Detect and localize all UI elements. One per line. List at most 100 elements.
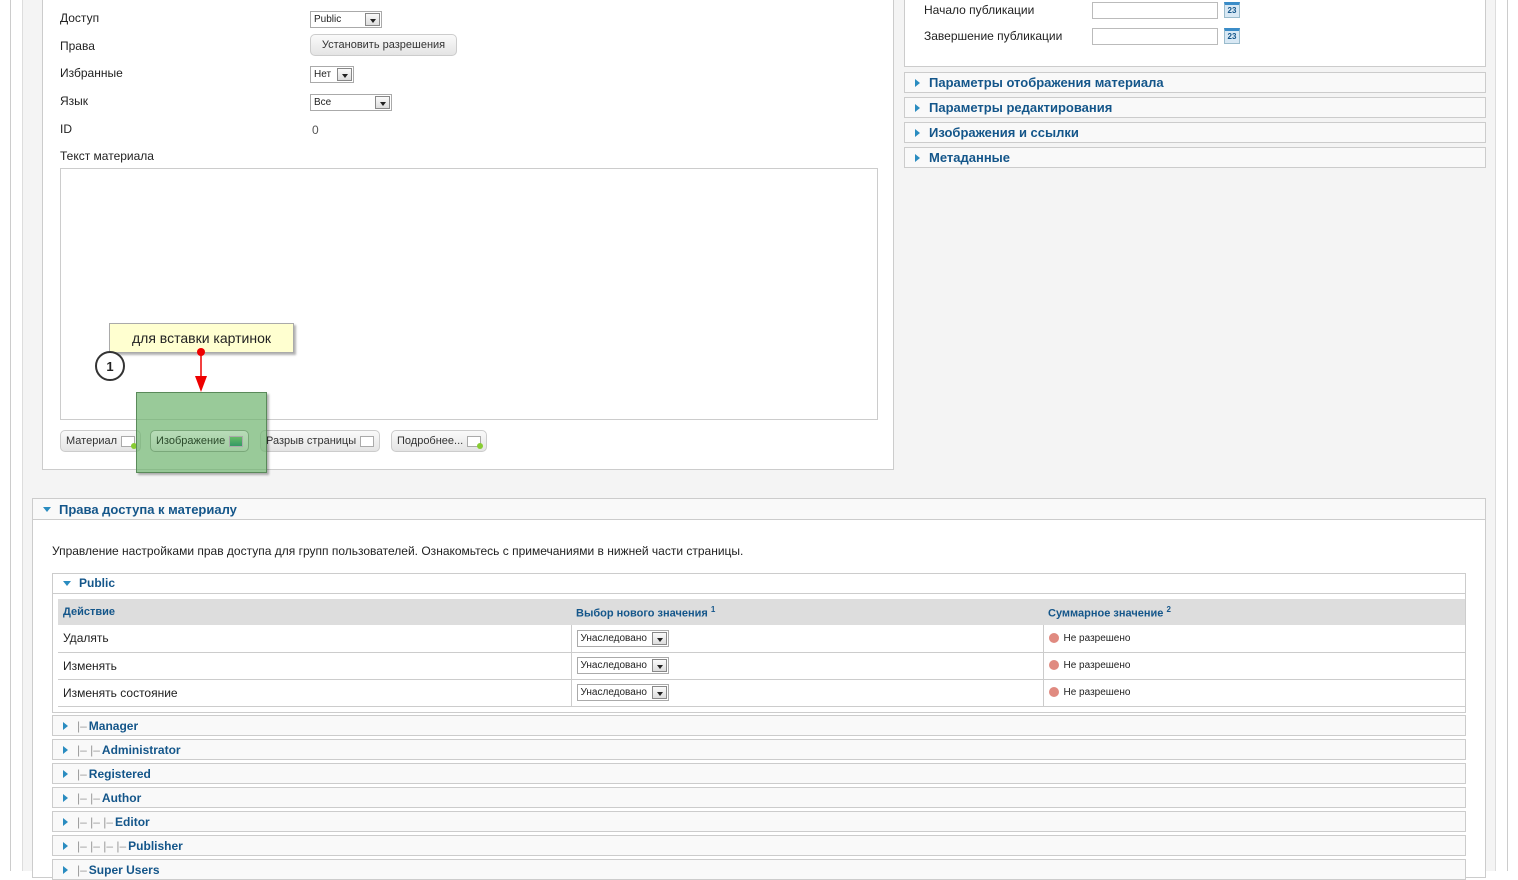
set-permissions-button[interactable]: Установить разрешения [310, 34, 457, 56]
caret-right-icon [63, 721, 68, 730]
group-registered[interactable]: |– Registered [52, 763, 1466, 784]
chevron-down-icon [651, 686, 667, 699]
chevron-down-icon [651, 659, 667, 672]
publish-start-input[interactable] [1092, 2, 1218, 19]
group-super-users[interactable]: |– Super Users [52, 859, 1466, 880]
column-action: Действие [58, 599, 571, 625]
tree-prefix: |– [77, 766, 87, 781]
caret-right-icon [915, 128, 920, 137]
group-manager[interactable]: |– Manager [52, 715, 1466, 736]
caret-right-icon [63, 745, 68, 754]
permissions-header[interactable]: Права доступа к материалу [32, 498, 1486, 520]
annotation-arrow [195, 348, 207, 392]
read-more-button[interactable]: Подробнее... [391, 430, 488, 452]
featured-label: Избранные [60, 66, 123, 80]
page-break-button[interactable]: Разрыв страницы [260, 430, 381, 452]
value-cell: Унаследовано [571, 625, 1044, 653]
group-name: Editor [115, 814, 150, 829]
page-break-button-label: Разрыв страницы [266, 435, 357, 447]
group-author[interactable]: |– |– Author [52, 787, 1466, 808]
tree-prefix: |– [77, 862, 87, 877]
footnote-ref: 1 [710, 604, 716, 614]
footnote-ref: 2 [1166, 604, 1171, 614]
accordion-display-options[interactable]: Параметры отображения материала [904, 72, 1486, 93]
page-break-icon [360, 435, 375, 447]
group-name: Publisher [128, 838, 183, 853]
publish-start-label: Начало публикации [924, 3, 1035, 17]
featured-select[interactable]: Нет [310, 66, 354, 83]
caret-right-icon [63, 841, 68, 850]
tree-prefix: |– [77, 718, 87, 733]
group-name: Public [79, 576, 116, 590]
permission-select[interactable]: Унаследовано [576, 629, 669, 647]
accordion-edit-options[interactable]: Параметры редактирования [904, 97, 1486, 118]
select-value: Унаследовано [580, 660, 647, 671]
permission-select[interactable]: Унаследовано [576, 657, 669, 674]
permissions-description: Управление настройками прав доступа для … [52, 544, 744, 558]
calc-value: Не разрешено [1063, 687, 1131, 698]
accordion-metadata[interactable]: Метаданные [904, 147, 1486, 168]
annotation-number: 1 [95, 351, 125, 381]
access-value: Public [314, 14, 342, 25]
article-button[interactable]: Материал [60, 430, 141, 452]
group-publisher[interactable]: |– |– |– |– Publisher [52, 835, 1466, 856]
column-calculated: Суммарное значение 2 [1043, 599, 1465, 625]
permissions-table: Действие Выбор нового значения 1 Суммарн… [58, 599, 1465, 707]
action-cell: Удалять [58, 625, 572, 653]
denied-icon [1048, 660, 1059, 671]
permission-select[interactable]: Унаследовано [576, 684, 669, 701]
calc-cell: Не разрешено [1043, 625, 1465, 653]
caret-down-icon [63, 580, 71, 586]
group-administrator[interactable]: |– |– Administrator [52, 739, 1466, 760]
table-header-row: Действие Выбор нового значения 1 Суммарн… [58, 599, 1465, 625]
accordion-images-links[interactable]: Изображения и ссылки [904, 122, 1486, 143]
permissions-title: Права доступа к материалу [59, 501, 237, 517]
chevron-down-icon [651, 631, 667, 645]
publish-end-input[interactable] [1092, 28, 1218, 45]
calc-cell: Не разрешено [1043, 652, 1465, 680]
group-editor[interactable]: |– |– |– Editor [52, 811, 1466, 832]
value-cell: Унаследовано [571, 679, 1044, 707]
text-label: Текст материала [60, 149, 154, 163]
group-name: Super Users [88, 862, 160, 877]
denied-icon [1048, 633, 1059, 644]
column-label: Суммарное значение [1048, 607, 1164, 620]
access-label: Доступ [60, 11, 100, 25]
access-select[interactable]: Public [310, 11, 382, 28]
rights-label: Права [60, 39, 95, 53]
table-row: Изменять состояние Унаследовано Не разре… [58, 679, 1465, 707]
article-icon [121, 435, 137, 449]
select-value: Унаследовано [580, 632, 647, 644]
chevron-down-icon [337, 68, 352, 81]
calendar-icon[interactable]: 23 [1224, 2, 1240, 18]
calc-value: Не разрешено [1063, 632, 1131, 644]
caret-right-icon [915, 103, 920, 112]
group-name: Registered [88, 766, 151, 781]
calc-cell: Не разрешено [1043, 679, 1465, 707]
caret-right-icon [63, 769, 68, 778]
read-more-icon [467, 435, 484, 449]
select-value: Унаследовано [580, 687, 647, 698]
image-button[interactable]: Изображение [150, 430, 250, 452]
caret-right-icon [915, 153, 920, 162]
image-icon [229, 435, 244, 447]
article-button-label: Материал [66, 435, 117, 447]
calendar-icon[interactable]: 23 [1224, 28, 1240, 44]
language-label: Язык [60, 94, 89, 108]
language-select[interactable]: Все [310, 94, 392, 111]
group-public-header[interactable]: Public [52, 573, 1466, 594]
denied-icon [1048, 687, 1059, 698]
chevron-down-icon [365, 13, 380, 26]
accordion-label: Метаданные [929, 150, 1011, 165]
column-label: Выбор нового значения [576, 607, 708, 620]
action-cell: Изменять [58, 652, 572, 680]
publish-end-label: Завершение публикации [924, 29, 1063, 43]
tree-prefix: |– |– [77, 742, 100, 757]
accordion-label: Параметры редактирования [929, 100, 1113, 115]
article-text-editor[interactable] [60, 168, 878, 420]
group-name: Administrator [101, 742, 181, 757]
accordion-label: Параметры отображения материала [929, 75, 1164, 90]
action-cell: Изменять состояние [58, 679, 572, 707]
calc-value: Не разрешено [1063, 660, 1131, 671]
tree-prefix: |– |– |– |– [77, 838, 127, 853]
